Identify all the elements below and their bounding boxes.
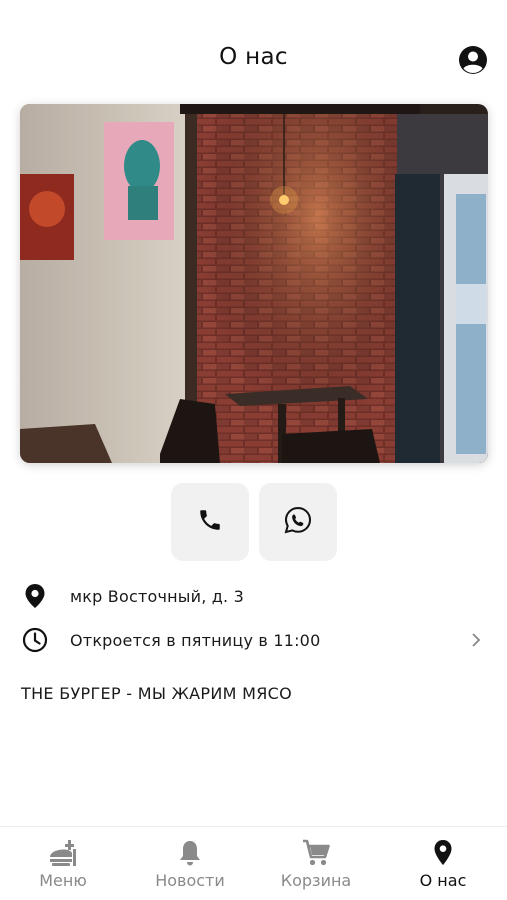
whatsapp-button[interactable] <box>259 483 337 561</box>
account-circle-icon[interactable] <box>458 45 488 75</box>
cafe-interior-photo <box>20 104 488 463</box>
opening-hours-text: Откроется в пятницу в 11:00 <box>70 630 321 650</box>
tab-about-label: О нас <box>419 871 467 890</box>
bottom-tab-bar: Меню Новости Корзина О нас <box>0 826 507 900</box>
location-pin-icon <box>428 839 458 867</box>
food-icon <box>48 839 78 867</box>
chevron-right-icon <box>468 632 484 648</box>
header: О нас <box>0 0 507 104</box>
tab-about[interactable]: О нас <box>380 827 506 900</box>
tab-menu[interactable]: Меню <box>0 827 126 900</box>
tab-news-label: Новости <box>155 871 225 890</box>
phone-icon <box>197 507 223 537</box>
tab-menu-label: Меню <box>39 871 87 890</box>
tab-cart-label: Корзина <box>280 871 352 890</box>
page-title: О нас <box>219 44 288 70</box>
cart-icon <box>301 839 331 867</box>
whatsapp-icon <box>283 505 313 539</box>
clock-icon <box>22 627 48 653</box>
location-pin-icon <box>22 583 48 609</box>
opening-hours-row[interactable]: Откроется в пятницу в 11:00 <box>0 620 507 660</box>
bell-icon <box>175 839 205 867</box>
call-button[interactable] <box>171 483 249 561</box>
tab-news[interactable]: Новости <box>127 827 253 900</box>
slogan-text: THE БУРГЕР - МЫ ЖАРИМ МЯСО <box>21 684 293 703</box>
tab-cart[interactable]: Корзина <box>253 827 379 900</box>
address-row: мкр Восточный, д. 3 <box>0 576 507 616</box>
address-text: мкр Восточный, д. 3 <box>70 586 244 606</box>
